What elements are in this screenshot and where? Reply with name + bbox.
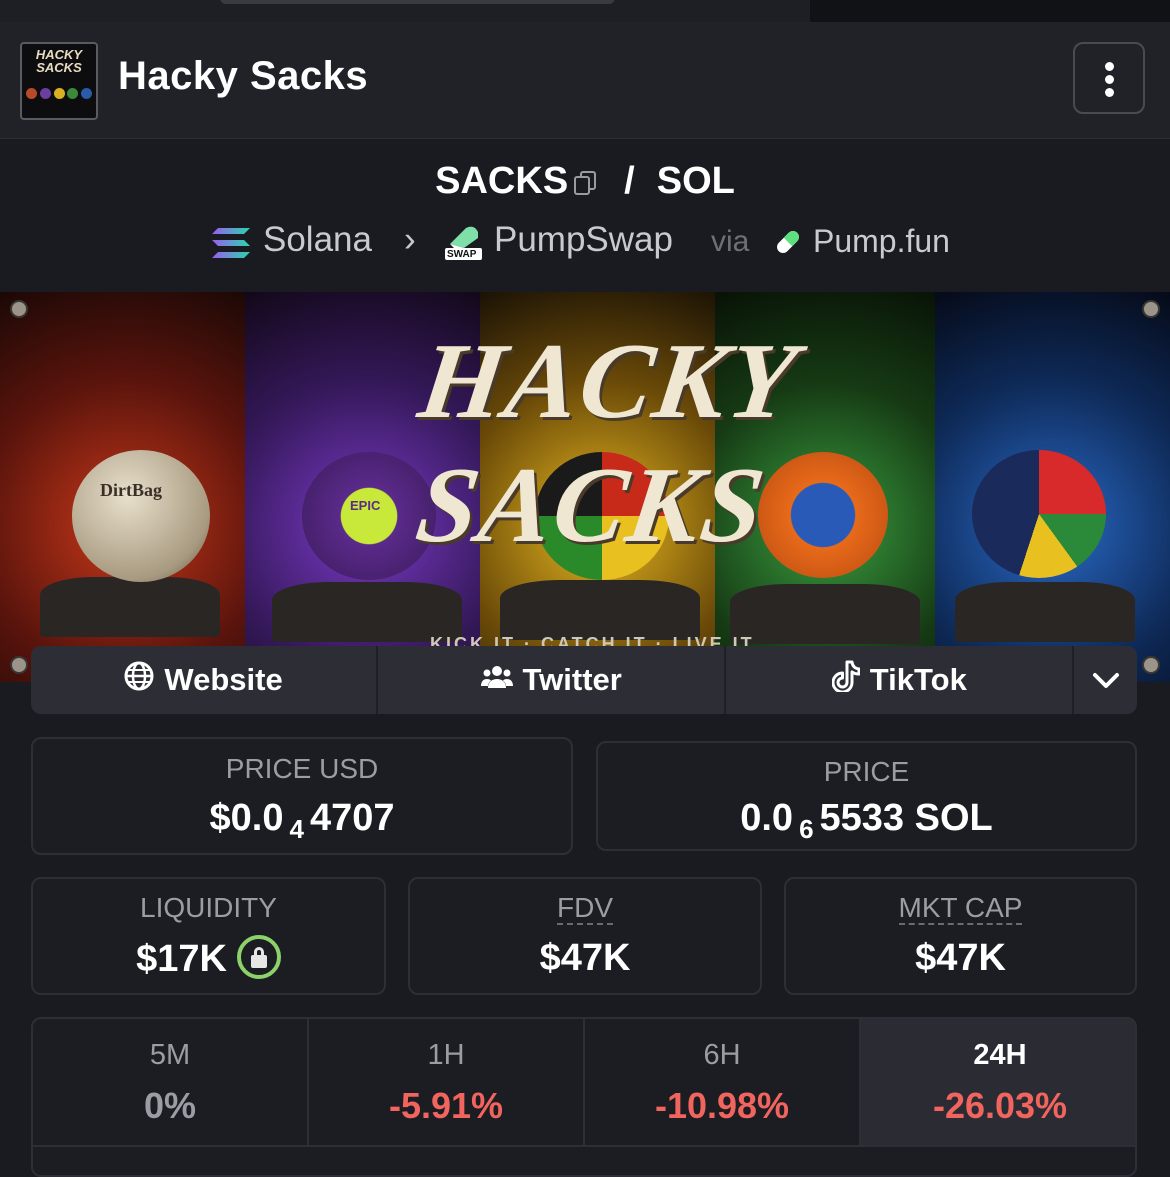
dirtbag-label: DirtBag [100, 480, 162, 500]
token-title: Hacky Sacks [118, 54, 369, 98]
period-label: 5M [149, 1039, 191, 1071]
pill-icon [773, 226, 803, 266]
swap-badge: SWAP [447, 249, 477, 260]
launchpad-link[interactable]: Pump.fun [813, 223, 950, 260]
pair-title: SACKS / SOL [0, 160, 1170, 203]
quote-symbol: SOL [656, 160, 735, 202]
price-usd-digits: 4707 [309, 797, 395, 839]
liquidity-label: LIQUIDITY [140, 892, 277, 923]
banner-rock [730, 584, 920, 644]
tab-6h[interactable]: 6H -10.98% [585, 1019, 861, 1145]
tab-5m[interactable]: 5M 0% [33, 1019, 309, 1145]
fdv-value: $47K [539, 937, 631, 979]
screw-icon [10, 656, 28, 674]
solana-icon [212, 226, 252, 269]
banner-title: HACKY SACKS [409, 322, 806, 565]
tab-1h[interactable]: 1H -5.91% [309, 1019, 585, 1145]
fdv-card: FDV $47K [408, 877, 762, 995]
price-usd-label: PRICE USD [225, 753, 379, 784]
jester-sack [972, 450, 1106, 578]
website-label: Website [164, 662, 283, 697]
mkt-cap-value: $47K [915, 937, 1006, 979]
price-sol-prefix: 0.0 [740, 797, 794, 839]
globe-icon [124, 661, 154, 699]
mkt-cap-card: MKT CAP $47K [784, 877, 1137, 995]
social-links-bar: Website Twitter TikTok [31, 646, 1137, 714]
liquidity-card: LIQUIDITY $17K [31, 877, 386, 995]
price-usd-value: $0.0 4 4707 [33, 797, 571, 845]
banner-rock [500, 580, 700, 640]
users-icon [480, 662, 513, 698]
chevron-down-icon [1092, 662, 1120, 698]
via-label: via [711, 225, 750, 258]
period-label: 6H [703, 1039, 741, 1071]
avatar-text: HACKY SACKS [35, 47, 83, 75]
dirtbag-sack: DirtBag [72, 450, 210, 582]
period-label: 24H [973, 1039, 1027, 1071]
price-usd-card: PRICE USD $0.0 4 4707 [31, 737, 573, 855]
lock-icon[interactable] [236, 935, 281, 979]
liquidity-value-row: $17K [33, 935, 384, 981]
screw-icon [1142, 300, 1160, 318]
kebab-dot-icon [1105, 75, 1114, 84]
banner-rock [272, 582, 462, 642]
website-link[interactable]: Website [31, 646, 379, 714]
kebab-dot-icon [1105, 62, 1114, 71]
chevron-right-icon: › [404, 220, 416, 259]
pair-separator: / [624, 160, 635, 202]
period-label: 1H [427, 1039, 465, 1071]
price-sol-zeros: 6 [799, 814, 814, 844]
more-links-dropdown[interactable] [1074, 646, 1137, 714]
twitter-label: Twitter [522, 662, 622, 697]
avatar-art [26, 88, 92, 104]
price-usd-zeros: 4 [289, 814, 304, 844]
banner-rock [955, 582, 1135, 642]
tiktok-label: TikTok [869, 662, 967, 697]
browser-top-strip [0, 0, 1170, 22]
copy-icon[interactable] [574, 171, 597, 195]
token-avatar: HACKY SACKS [20, 42, 98, 120]
price-sol-card: PRICE 0.0 6 5533 SOL [596, 741, 1137, 851]
mkt-cap-label[interactable]: MKT CAP [898, 893, 1023, 925]
price-sol-digits: 5533 SOL [819, 797, 993, 839]
price-sol-value: 0.0 6 5533 SOL [598, 797, 1135, 845]
price-usd-prefix: $0.0 [209, 797, 284, 839]
divider [33, 1145, 1135, 1147]
liquidity-value: $17K [136, 938, 227, 980]
tiktok-link[interactable]: TikTok [726, 646, 1075, 714]
kebab-dot-icon [1105, 88, 1114, 97]
change-value: -5.91% [388, 1085, 504, 1126]
price-sol-label: PRICE [823, 756, 910, 787]
twitter-link[interactable]: Twitter [378, 646, 727, 714]
screw-icon [1142, 656, 1160, 674]
chain-link[interactable]: Solana [263, 220, 372, 260]
token-header: HACKY SACKS Hacky Sacks [0, 22, 1170, 139]
change-value: -26.03% [932, 1085, 1068, 1126]
address-bar[interactable] [220, 0, 615, 4]
banner-rock [40, 577, 220, 637]
pumpswap-icon: SWAP [444, 222, 484, 262]
base-symbol: SACKS [435, 160, 569, 202]
change-value: 0% [143, 1085, 197, 1126]
fdv-label[interactable]: FDV [557, 893, 613, 925]
dex-link[interactable]: PumpSwap [494, 220, 673, 260]
price-change-tabs: 5M 0% 1H -5.91% 6H -10.98% 24H -26.03% [31, 1017, 1137, 1177]
more-menu-button[interactable] [1073, 42, 1145, 114]
tab-24h[interactable]: 24H -26.03% [861, 1019, 1135, 1145]
route-breadcrumb: Solana › SWAP PumpSwap via Pump.fun [0, 220, 1170, 264]
tiktok-icon [831, 660, 861, 700]
screw-icon [10, 300, 28, 318]
change-value: -10.98% [654, 1085, 790, 1126]
